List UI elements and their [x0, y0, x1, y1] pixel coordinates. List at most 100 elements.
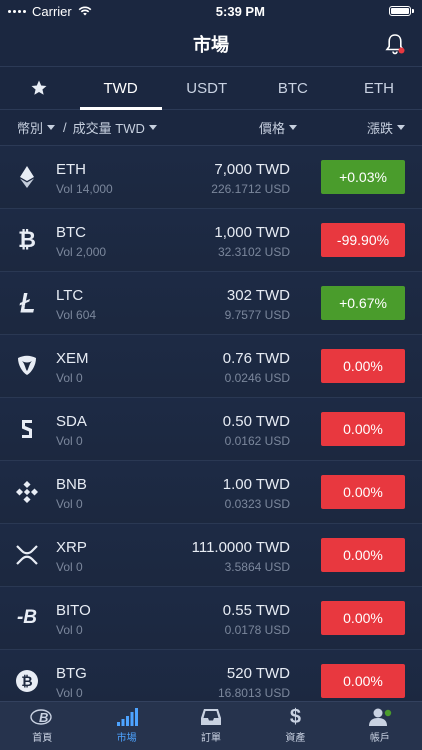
page-title: 市場 [193, 35, 229, 55]
tab-eth[interactable]: ETH [336, 67, 422, 109]
tab-orders-label: 訂單 [201, 733, 222, 744]
sort-price-label: 價格 [259, 121, 286, 136]
market-bars-icon [116, 708, 138, 726]
tab-btc[interactable]: BTC [250, 67, 336, 109]
price-twd: 0.76 TWD [222, 350, 290, 367]
sort-price[interactable]: 價格 [259, 118, 298, 137]
svg-text:B: B [39, 710, 48, 725]
battery-icon [389, 6, 414, 16]
change-badge[interactable]: 0.00% [321, 664, 405, 698]
price-usd: 0.0178 USD [224, 623, 290, 637]
bito-icon: -B [16, 607, 38, 628]
price-usd: 32.3102 USD [217, 245, 290, 259]
wifi-icon [78, 6, 92, 16]
market-row[interactable]: -B BITO Vol 0 0.55 TWD 0.0178 USD 0.00% [0, 587, 422, 650]
market-list: ETH Vol 14,000 7,000 TWD 226.1712 USD +0… [0, 146, 422, 701]
coin-volume: Vol 0 [56, 623, 83, 637]
coin-volume: Vol 0 [56, 371, 83, 385]
price-usd: 0.0246 USD [224, 371, 290, 385]
dollar-icon: $ [289, 706, 301, 728]
price-twd: 111.0000 TWD [191, 539, 290, 556]
signal-icon [8, 9, 26, 13]
coin-symbol: LTC [56, 287, 84, 304]
price-twd: 0.55 TWD [222, 602, 290, 619]
tab-market-label: 市場 [116, 733, 137, 744]
tab-favorites[interactable] [0, 67, 78, 109]
btg-icon: ₿ [14, 668, 40, 694]
ltc-icon [14, 290, 40, 316]
caret-down-icon [289, 125, 298, 130]
sort-volume[interactable]: 成交量 TWD [73, 118, 157, 137]
coin-volume: Vol 2,000 [56, 245, 107, 259]
change-badge[interactable]: 0.00% [321, 475, 405, 509]
price-usd: 3.5864 USD [224, 560, 290, 574]
caret-down-icon [148, 125, 157, 130]
sda-icon [14, 416, 40, 442]
bnb-icon [14, 479, 40, 505]
market-row[interactable]: ₿ BTG Vol 0 520 TWD 16.8013 USD 0.00% [0, 650, 422, 701]
bell-icon[interactable] [384, 32, 406, 56]
coin-symbol: ETH [56, 161, 86, 178]
coin-symbol: BITO [56, 602, 91, 619]
change-badge[interactable]: +0.03% [321, 160, 405, 194]
price-usd: 0.0162 USD [224, 434, 290, 448]
change-badge[interactable]: 0.00% [321, 349, 405, 383]
price-twd: 0.50 TWD [222, 413, 290, 430]
sort-currency[interactable]: 幣別 [17, 118, 56, 137]
change-badge[interactable]: 0.00% [321, 412, 405, 446]
price-usd: 9.7577 USD [224, 308, 290, 322]
price-twd: 1,000 TWD [214, 224, 290, 241]
coin-volume: Vol 604 [56, 308, 97, 322]
caret-down-icon [47, 125, 56, 130]
coin-symbol: XEM [56, 350, 89, 367]
change-badge[interactable]: +0.67% [321, 286, 405, 320]
home-logo-icon: B [30, 709, 52, 725]
status-bar: Carrier 5:39 PM [0, 0, 422, 22]
tab-assets[interactable]: $ 資產 [253, 702, 337, 750]
tab-account[interactable]: 帳戶 [338, 702, 422, 750]
tab-usdt[interactable]: USDT [164, 67, 250, 109]
account-icon [368, 708, 392, 726]
market-row[interactable]: ₿ BTC Vol 2,000 1,000 TWD 32.3102 USD -9… [0, 209, 422, 272]
sort-change[interactable]: 漲跌 [367, 118, 405, 137]
tab-orders[interactable]: 訂單 [169, 702, 253, 750]
tab-home[interactable]: B 首頁 [0, 702, 84, 750]
price-twd: 7,000 TWD [214, 161, 290, 178]
coin-volume: Vol 0 [56, 434, 83, 448]
change-badge[interactable]: -99.90% [321, 223, 405, 257]
price-usd: 0.0323 USD [224, 497, 290, 511]
market-row[interactable]: XRP Vol 0 111.0000 TWD 3.5864 USD 0.00% [0, 524, 422, 587]
coin-symbol: XRP [56, 539, 87, 556]
change-badge[interactable]: 0.00% [321, 601, 405, 635]
market-row[interactable]: LTC Vol 604 302 TWD 9.7577 USD +0.67% [0, 272, 422, 335]
tab-home-label: 首頁 [32, 733, 53, 744]
price-usd: 226.1712 USD [211, 182, 290, 196]
caret-down-icon [397, 125, 405, 130]
coin-symbol: BTC [56, 224, 86, 241]
eth-icon [14, 164, 40, 190]
coin-volume: Vol 14,000 [56, 182, 113, 196]
status-time: 5:39 PM [215, 3, 265, 19]
inbox-icon [201, 709, 222, 725]
bottom-tab-bar: B 首頁 市場 訂單 $ 資產 帳戶 [0, 701, 422, 750]
market-row[interactable]: XEM Vol 0 0.76 TWD 0.0246 USD 0.00% [0, 335, 422, 398]
tab-market[interactable]: 市場 [84, 702, 168, 750]
coin-volume: Vol 0 [56, 686, 83, 700]
sort-row: 幣別 / 成交量 TWD 價格 漲跌 [0, 110, 422, 146]
coin-volume: Vol 0 [56, 560, 83, 574]
market-tabs: TWD USDT BTC ETH [0, 66, 422, 110]
coin-symbol: SDA [56, 413, 87, 430]
coin-symbol: BTG [56, 665, 87, 682]
xrp-icon [14, 542, 40, 568]
xem-icon [14, 353, 40, 379]
sort-currency-label: 幣別 [17, 121, 44, 136]
tab-twd[interactable]: TWD [78, 67, 164, 110]
market-row[interactable]: SDA Vol 0 0.50 TWD 0.0162 USD 0.00% [0, 398, 422, 461]
change-badge[interactable]: 0.00% [321, 538, 405, 572]
sort-change-label: 漲跌 [366, 121, 393, 136]
nav-bar: 市場 [0, 22, 422, 66]
sort-separator: / [63, 120, 67, 135]
price-twd: 520 TWD [226, 665, 290, 682]
market-row[interactable]: ETH Vol 14,000 7,000 TWD 226.1712 USD +0… [0, 146, 422, 209]
market-row[interactable]: BNB Vol 0 1.00 TWD 0.0323 USD 0.00% [0, 461, 422, 524]
